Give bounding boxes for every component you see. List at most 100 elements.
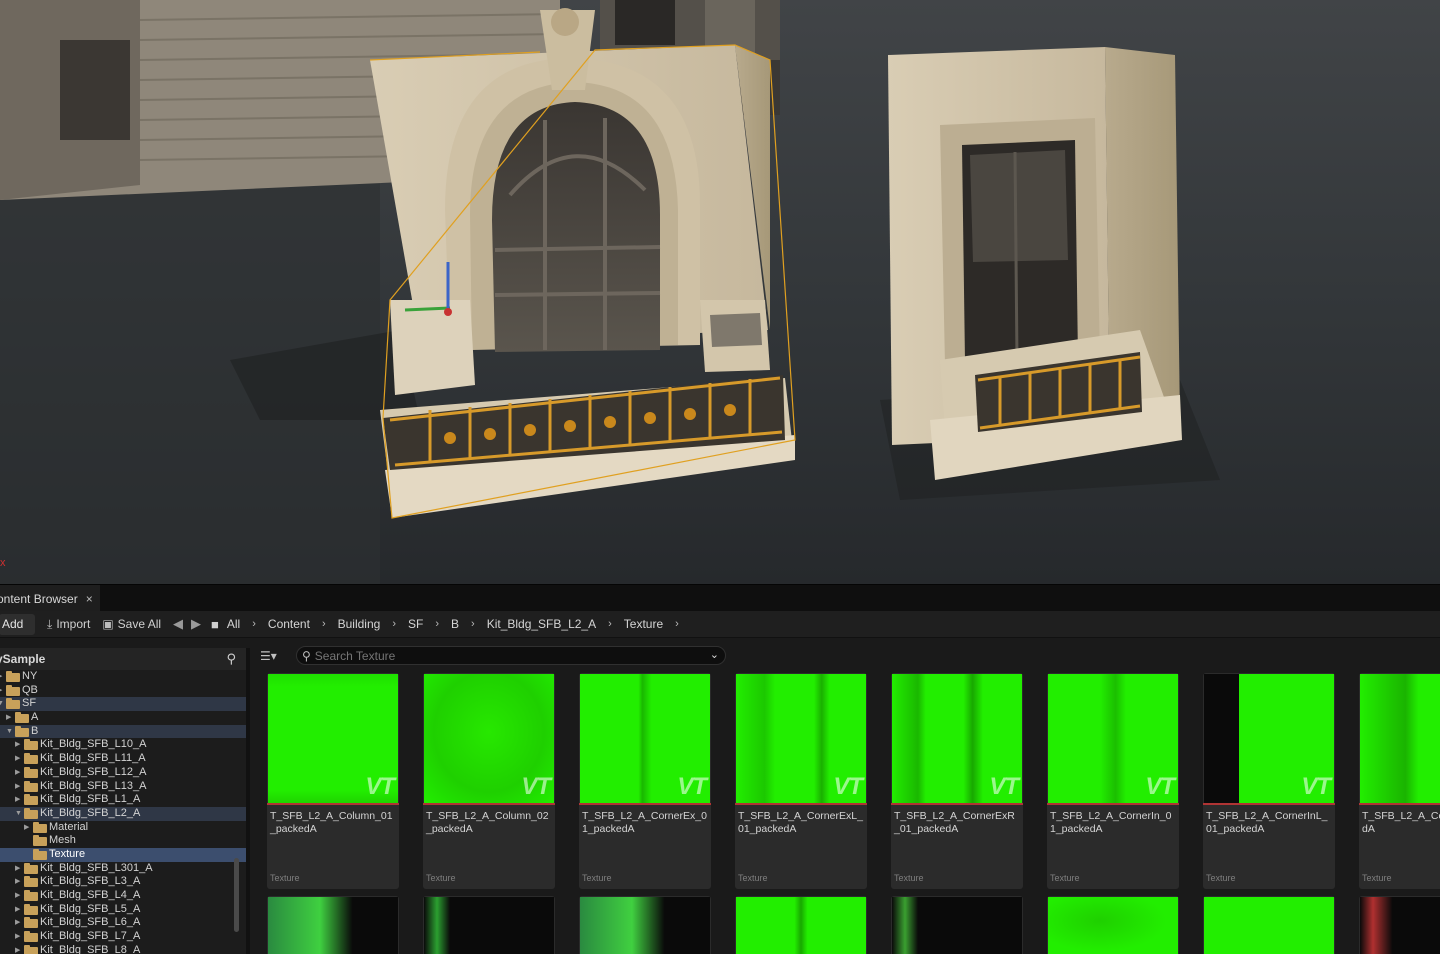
tab-content-browser[interactable]: ontent Browser × <box>0 585 100 612</box>
chevron-down-icon[interactable]: ▼ <box>0 697 4 711</box>
asset-tile[interactable] <box>267 896 399 954</box>
tree-item-label: Kit_Bldg_SFB_L12_A <box>40 765 147 778</box>
tree-item[interactable]: ▼ Kit_Bldg_SFB_L2_A <box>0 806 246 821</box>
virtual-texture-badge: VT <box>521 773 551 800</box>
asset-type-label: Texture <box>894 873 924 883</box>
tree-item[interactable]: ▶ Kit_Bldg_SFB_L301_A <box>0 862 246 876</box>
save-all-button-label: Save All <box>117 617 162 631</box>
chevron-right-icon[interactable]: ▶ <box>15 752 20 766</box>
asset-tile[interactable] <box>735 896 867 954</box>
chevron-right-icon: › <box>471 618 475 630</box>
asset-tile[interactable]: VT T_SFB_L2_A_CornerIn_01_packedA Texture <box>1047 673 1179 889</box>
tree-item[interactable]: ▶ Kit_Bldg_SFB_L6_A <box>0 916 246 930</box>
asset-name: T_SFB_L2_A_Column_01_packedA <box>270 810 393 835</box>
chevron-right-icon: › <box>321 618 326 630</box>
chevron-right-icon[interactable]: ▶ <box>15 793 20 807</box>
import-button[interactable]: ⤓ Import <box>47 617 90 632</box>
asset-tile[interactable] <box>423 896 555 954</box>
breadcrumb-item[interactable]: Texture <box>624 617 663 631</box>
chevron-right-icon[interactable]: ▶ <box>6 711 11 725</box>
save-all-button[interactable]: ▣ Save All <box>102 617 161 631</box>
tree-item[interactable]: ▶ Kit_Bldg_SFB_L8_A <box>0 944 246 954</box>
folder-icon <box>33 821 47 833</box>
tree-item[interactable]: ▶ Kit_Bldg_SFB_L4_A <box>0 889 246 903</box>
tree-item[interactable]: ▶ Kit_Bldg_SFB_L11_A <box>0 752 246 766</box>
chevron-right-icon[interactable]: ▶ <box>15 780 20 794</box>
tree-item[interactable]: ▶ Kit_Bldg_SFB_L3_A <box>0 875 246 889</box>
chevron-right-icon[interactable]: ▶ <box>15 889 20 903</box>
asset-tile[interactable] <box>579 896 711 954</box>
chevron-down-icon[interactable]: ▼ <box>15 807 22 821</box>
tree-item[interactable]: ▶ NY <box>0 670 246 684</box>
texture-thumbnail <box>736 897 866 954</box>
asset-tile[interactable]: VT T_SFB_L2_A_Column_01_packedA Texture <box>267 673 399 889</box>
breadcrumb: All › Content › Building › SF › B › Kit_Bldg_SFB_L… <box>227 617 691 631</box>
chevron-right-icon[interactable]: ▶ <box>15 944 20 954</box>
tree-item[interactable]: ▼ SF <box>0 697 246 712</box>
chevron-right-icon[interactable]: ▶ <box>15 738 20 752</box>
asset-tile[interactable] <box>1203 896 1335 954</box>
folder-icon <box>24 807 38 819</box>
tree-item[interactable]: ▶ Kit_Bldg_SFB_L10_A <box>0 738 246 752</box>
breadcrumb-item[interactable]: Building <box>338 617 381 631</box>
tree-item[interactable]: Texture <box>0 847 246 862</box>
filter-icon[interactable]: ☰▾ <box>260 649 277 663</box>
breadcrumb-item[interactable]: Content <box>268 617 310 631</box>
asset-tile[interactable] <box>1047 896 1179 954</box>
tree-item[interactable]: Mesh <box>0 834 246 848</box>
texture-thumbnail: VT <box>580 674 710 803</box>
chevron-right-icon[interactable]: ▶ <box>24 821 29 835</box>
virtual-texture-badge: VT <box>365 773 395 800</box>
breadcrumb-item[interactable]: Kit_Bldg_SFB_L2_A <box>487 617 596 631</box>
chevron-right-icon[interactable]: ▶ <box>0 684 2 698</box>
asset-tile[interactable]: VT T_SFB_L2_A_CornerExL_01_packedA Texture <box>735 673 867 889</box>
chevron-right-icon[interactable]: ▶ <box>15 766 20 780</box>
breadcrumb-item[interactable]: All <box>227 617 240 631</box>
import-icon: ⤓ <box>47 616 53 631</box>
search-box[interactable]: ⚲ ⌄ <box>296 646 726 665</box>
tree-scrollbar[interactable] <box>234 858 239 932</box>
texture-thumbnail: VT <box>268 674 398 803</box>
chevron-down-icon[interactable]: ⌄ <box>710 648 719 661</box>
add-button[interactable]: Add <box>0 613 35 635</box>
search-input[interactable] <box>314 648 695 663</box>
chevron-right-icon[interactable]: ▶ <box>15 916 20 930</box>
search-icon[interactable]: ⚲ <box>226 651 236 667</box>
folder-icon <box>24 794 38 806</box>
tree-item[interactable]: ▶ Kit_Bldg_SFB_L5_A <box>0 903 246 917</box>
tree-item[interactable]: ▶ Kit_Bldg_SFB_L13_A <box>0 780 246 794</box>
asset-tile[interactable]: VT T_SFB_L2_A_CornerEx_01_packedA Texture <box>579 673 711 889</box>
tree-item[interactable]: ▶ Kit_Bldg_SFB_L12_A <box>0 766 246 780</box>
level-viewport[interactable]: x <box>0 0 1440 584</box>
tree-item[interactable]: ▶ Material <box>0 821 246 835</box>
asset-tile[interactable]: VT T_SFB_L2_A_Corr packedA Texture <box>1359 673 1440 889</box>
chevron-right-icon[interactable]: ▶ <box>15 875 20 889</box>
chevron-right-icon[interactable]: ▶ <box>15 903 20 917</box>
tree-item[interactable]: ▼ B <box>0 724 246 739</box>
breadcrumb-item[interactable]: B <box>451 617 459 631</box>
texture-thumbnail <box>1360 897 1440 954</box>
chevron-down-icon[interactable]: ▼ <box>6 725 13 739</box>
chevron-right-icon[interactable]: ▶ <box>0 670 2 684</box>
tree-item[interactable]: ▶ A <box>0 711 246 725</box>
tree-item[interactable]: ▶ QB <box>0 684 246 698</box>
asset-tile[interactable]: VT T_SFB_L2_A_CornerInL_01_packedA Texture <box>1203 673 1335 889</box>
history-back-icon[interactable]: ◀ <box>173 616 183 632</box>
folder-icon <box>24 739 38 751</box>
folder-icon <box>15 712 29 724</box>
history-forward-icon[interactable]: ▶ <box>191 616 201 632</box>
texture-thumbnail: VT <box>1360 674 1440 803</box>
breadcrumb-item[interactable]: SF <box>408 617 423 631</box>
asset-tile[interactable] <box>1359 896 1440 954</box>
chevron-right-icon[interactable]: ▶ <box>15 862 20 876</box>
add-button-label: Add <box>2 617 24 631</box>
tree-item[interactable]: ▶ Kit_Bldg_SFB_L1_A <box>0 793 246 807</box>
asset-tile[interactable] <box>891 896 1023 954</box>
chevron-right-icon[interactable]: ▶ <box>15 930 20 944</box>
asset-tile[interactable]: VT T_SFB_L2_A_Column_02_packedA Texture <box>423 673 555 889</box>
asset-name: T_SFB_L2_A_Corr packedA <box>1362 810 1440 835</box>
folder-icon[interactable]: ■ <box>211 617 219 632</box>
asset-tile[interactable]: VT T_SFB_L2_A_CornerExR_01_packedA Texture <box>891 673 1023 889</box>
close-icon[interactable]: × <box>86 592 93 606</box>
tree-item[interactable]: ▶ Kit_Bldg_SFB_L7_A <box>0 930 246 944</box>
